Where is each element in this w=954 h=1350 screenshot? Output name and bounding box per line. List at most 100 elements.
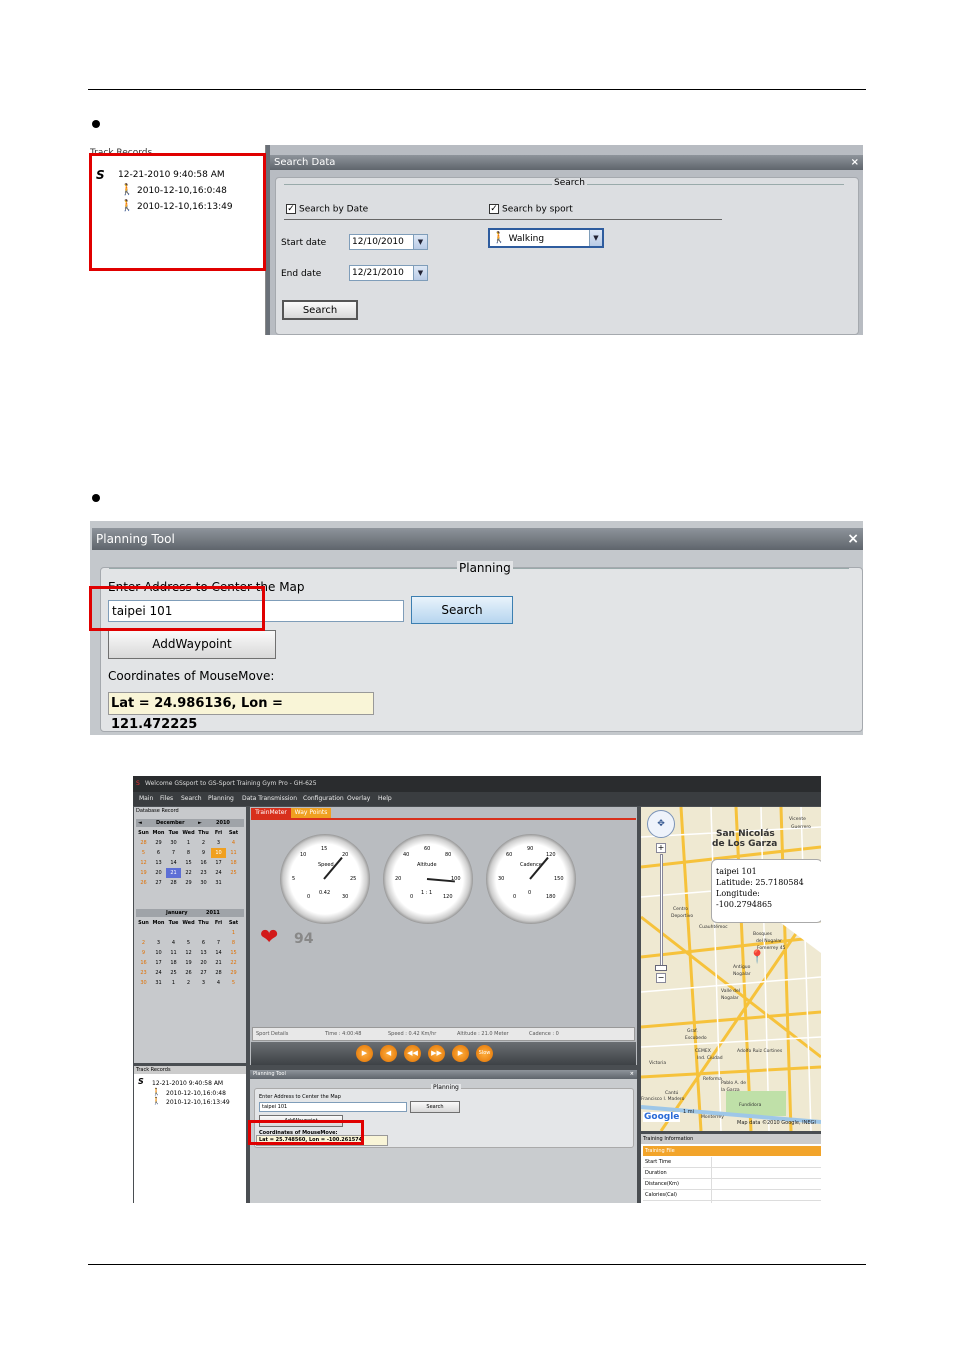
menu-planning[interactable]: Planning — [208, 792, 234, 806]
calendar-day[interactable]: 27 — [196, 968, 211, 978]
end-date-picker[interactable]: 12/21/2010 ▼ — [349, 265, 428, 281]
rewind-icon[interactable]: ◀◀ — [404, 1045, 421, 1062]
search-button[interactable]: Search — [411, 596, 513, 624]
calendar-day[interactable]: 5 — [226, 978, 241, 988]
calendar-day[interactable]: 20 — [196, 958, 211, 968]
calendar-day[interactable]: 28 — [136, 838, 151, 848]
next-icon[interactable]: ► — [198, 819, 202, 827]
chevron-down-icon[interactable]: ▼ — [413, 266, 427, 280]
calendar-day[interactable]: 8 — [226, 938, 241, 948]
close-icon[interactable]: × — [630, 1070, 634, 1079]
calendar-day[interactable]: 31 — [211, 878, 226, 888]
calendar-day[interactable]: 2 — [136, 938, 151, 948]
menu-main[interactable]: Main — [139, 792, 153, 806]
tab-trainmeter[interactable]: TrainMeter — [251, 808, 291, 818]
search-by-sport-checkbox[interactable]: ✓ Search by sport — [489, 204, 573, 215]
calendar-day[interactable]: 29 — [226, 968, 241, 978]
map-panel[interactable]: ✥ + − San Nicolás de Los Garza taipei 10… — [641, 807, 821, 1131]
calendar-day[interactable]: 2 — [181, 978, 196, 988]
fast-forward-icon[interactable]: ▶▶ — [428, 1045, 445, 1062]
calendar-day[interactable]: 5 — [181, 938, 196, 948]
calendar-day[interactable]: 26 — [136, 878, 151, 888]
menu-files[interactable]: Files — [160, 792, 173, 806]
calendar-day[interactable]: 8 — [181, 848, 196, 858]
calendar-day[interactable]: 19 — [181, 958, 196, 968]
search-by-date-checkbox[interactable]: ✓ Search by Date — [286, 204, 368, 215]
menu-help[interactable]: Help — [378, 792, 392, 806]
calendar-day[interactable]: 14 — [211, 948, 226, 958]
app-address-input[interactable]: taipei 101 — [259, 1102, 407, 1112]
calendar-day[interactable]: 15 — [181, 858, 196, 868]
calendar-day[interactable]: 26 — [181, 968, 196, 978]
calendar-day[interactable]: 11 — [166, 948, 181, 958]
start-date-picker[interactable]: 12/10/2010 ▼ — [349, 234, 428, 250]
calendar-day[interactable]: 17 — [151, 958, 166, 968]
calendar-day[interactable]: 18 — [226, 858, 241, 868]
calendar-day[interactable]: 15 — [226, 948, 241, 958]
calendar-day[interactable]: 24 — [211, 868, 226, 878]
calendar-day[interactable]: 12 — [181, 948, 196, 958]
close-icon[interactable]: × — [847, 528, 859, 550]
add-waypoint-button[interactable]: AddWaypoint — [108, 630, 276, 659]
calendar-day[interactable]: 30 — [166, 838, 181, 848]
calendar-day[interactable]: 3 — [151, 938, 166, 948]
calendar-day[interactable]: 29 — [151, 838, 166, 848]
calendar-day[interactable]: 13 — [196, 948, 211, 958]
calendar-day[interactable]: 25 — [226, 868, 241, 878]
app-track-child-2[interactable]: 2010-12-10,16:13:49 — [166, 1099, 230, 1106]
app-track-root[interactable]: 12-21-2010 9:40:58 AM — [152, 1080, 223, 1087]
calendar-day[interactable]: 10 — [151, 948, 166, 958]
calendar-day[interactable]: 1 — [226, 928, 241, 938]
calendar-day[interactable]: 14 — [166, 858, 181, 868]
calendar-day[interactable]: 25 — [166, 968, 181, 978]
calendar-day[interactable]: 7 — [211, 938, 226, 948]
calendar-day[interactable]: 9 — [136, 948, 151, 958]
calendar-day[interactable]: 6 — [151, 848, 166, 858]
calendar-day[interactable]: 5 — [136, 848, 151, 858]
calendar-day[interactable]: 3 — [196, 978, 211, 988]
calendar-day[interactable]: 11 — [226, 848, 241, 858]
calendar-day[interactable]: 31 — [151, 978, 166, 988]
app-search-button[interactable]: Search — [410, 1101, 460, 1113]
calendar-day[interactable]: 23 — [136, 968, 151, 978]
menu-search[interactable]: Search — [181, 792, 202, 806]
calendar-day[interactable]: 4 — [226, 838, 241, 848]
calendar-day[interactable]: 22 — [181, 868, 196, 878]
calendar-day[interactable]: 22 — [226, 958, 241, 968]
sport-select[interactable]: 🚶 Walking ▼ — [488, 228, 604, 248]
calendar-day[interactable]: 6 — [196, 938, 211, 948]
prev-icon[interactable]: ◄ — [138, 819, 142, 827]
splitter[interactable] — [266, 145, 270, 335]
calendar-day[interactable]: 4 — [166, 938, 181, 948]
calendar-day[interactable]: 21 — [211, 958, 226, 968]
calendar-day[interactable]: 2 — [196, 838, 211, 848]
calendar-day[interactable]: 12 — [136, 858, 151, 868]
calendar-day[interactable]: 28 — [166, 878, 181, 888]
menu-configuration[interactable]: Configuration — [303, 792, 344, 806]
play-icon[interactable]: ▶ — [356, 1045, 373, 1062]
calendar-day[interactable]: 10 — [211, 848, 226, 858]
calendar-day[interactable]: 30 — [136, 978, 151, 988]
calendar-day[interactable]: 18 — [166, 958, 181, 968]
calendar-day[interactable]: 30 — [196, 878, 211, 888]
calendar-day[interactable]: 13 — [151, 858, 166, 868]
calendar-day[interactable]: 9 — [196, 848, 211, 858]
calendar-day[interactable]: 29 — [181, 878, 196, 888]
calendar-day[interactable]: 16 — [136, 958, 151, 968]
calendar-day[interactable]: 16 — [196, 858, 211, 868]
menu-overlay[interactable]: Overlay — [347, 792, 370, 806]
chevron-down-icon[interactable]: ▼ — [589, 230, 602, 246]
chevron-down-icon[interactable]: ▼ — [413, 235, 427, 249]
step-back-icon[interactable]: ◀ — [380, 1045, 397, 1062]
calendar-day[interactable]: 23 — [196, 868, 211, 878]
search-button[interactable]: Search — [282, 300, 358, 320]
app-track-child-1[interactable]: 2010-12-10,16:0:48 — [166, 1090, 226, 1097]
calendar-day[interactable]: 21 — [166, 868, 181, 878]
calendar-day[interactable]: 4 — [211, 978, 226, 988]
menu-data-transmission[interactable]: Data Transmission — [242, 792, 297, 806]
calendar-day[interactable]: 17 — [211, 858, 226, 868]
calendar-day[interactable]: 24 — [151, 968, 166, 978]
calendar-day[interactable]: 19 — [136, 868, 151, 878]
calendar-day[interactable]: 28 — [211, 968, 226, 978]
calendar-day[interactable]: 1 — [181, 838, 196, 848]
